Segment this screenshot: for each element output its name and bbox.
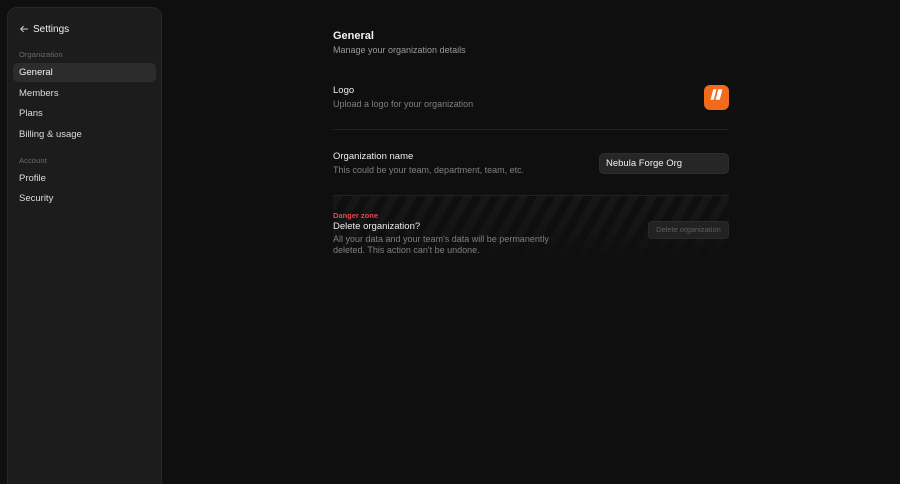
settings-app: Settings Organization General Members Pl… <box>0 0 900 484</box>
page-subtitle: Manage your organization details <box>333 45 466 55</box>
logo-description: Upload a logo for your organization <box>333 98 474 109</box>
delete-organization-button[interactable]: Delete organization <box>648 220 729 239</box>
delete-org-description: All your data and your team's data will … <box>333 234 549 255</box>
divider <box>333 129 729 130</box>
sidebar-item-plans[interactable]: Plans <box>13 104 156 123</box>
logo-text: Logo Upload a logo for your organization <box>333 85 473 110</box>
org-name-input[interactable] <box>599 152 729 174</box>
org-logo-upload[interactable] <box>704 84 729 110</box>
arrow-left-icon <box>18 23 30 35</box>
delete-org-title: Delete organization? <box>333 221 421 232</box>
org-name-description: This could be your team, department, tea… <box>333 164 525 175</box>
danger-zone: Danger zone Delete organization? All you… <box>333 196 729 264</box>
org-name-setting: Organization name This could be your tea… <box>333 151 729 175</box>
sidebar-title: Settings <box>33 23 70 35</box>
danger-zone-label: Danger zone <box>333 211 379 220</box>
logo-title: Logo <box>333 84 355 96</box>
back-to-settings[interactable]: Settings <box>13 18 156 40</box>
org-name-title: Organization name <box>333 150 414 162</box>
general-settings: General Manage your organization details… <box>333 29 729 264</box>
section-label-organization: Organization <box>19 50 63 59</box>
org-logo-icon <box>709 88 724 106</box>
section-label-account: Account <box>19 155 47 165</box>
sidebar-item-members[interactable]: Members <box>13 84 156 103</box>
danger-content: Danger zone Delete organization? All you… <box>333 196 729 256</box>
sidebar-item-profile[interactable]: Profile <box>13 169 156 188</box>
logo-setting: Logo Upload a logo for your organization <box>333 83 729 111</box>
sidebar: Settings Organization General Members Pl… <box>7 7 162 484</box>
page-title: General <box>333 30 374 42</box>
danger-text: Danger zone Delete organization? All you… <box>333 211 558 256</box>
sidebar-item-security[interactable]: Security <box>13 189 156 208</box>
sidebar-item-general[interactable]: General <box>13 63 156 82</box>
org-name-text: Organization name This could be your tea… <box>333 151 524 176</box>
sidebar-item-billing[interactable]: Billing & usage <box>13 125 156 144</box>
